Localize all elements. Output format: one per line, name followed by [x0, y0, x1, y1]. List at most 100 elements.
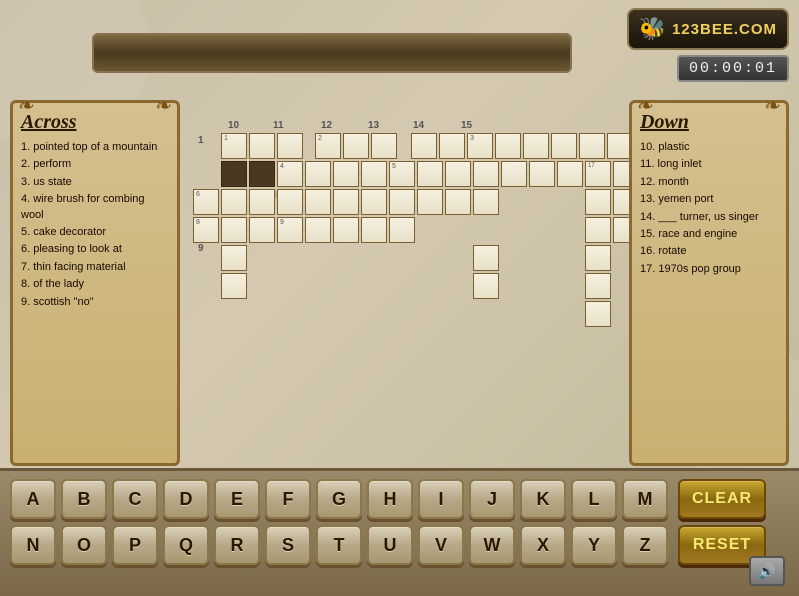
key-O[interactable]: O — [61, 525, 107, 565]
cell-rv3c14[interactable] — [585, 301, 611, 327]
cell-r2c6[interactable] — [361, 161, 387, 187]
cell-r1c1[interactable]: 1 — [221, 133, 247, 159]
cell-down2[interactable] — [221, 273, 247, 299]
cell-r3c6[interactable] — [361, 189, 387, 215]
cell-r2c3[interactable]: 4 — [277, 161, 303, 187]
key-G[interactable]: G — [316, 479, 362, 519]
key-E[interactable]: E — [214, 479, 260, 519]
cell-r1c6[interactable] — [371, 133, 397, 159]
key-T[interactable]: T — [316, 525, 362, 565]
cell-r3c2[interactable] — [249, 189, 275, 215]
cell-r1c3[interactable] — [277, 133, 303, 159]
cell-r1c10[interactable] — [495, 133, 521, 159]
cell-r1c12[interactable] — [551, 133, 577, 159]
title-bar — [92, 33, 572, 73]
key-K[interactable]: K — [520, 479, 566, 519]
cell-down1[interactable] — [221, 245, 247, 271]
key-A[interactable]: A — [10, 479, 56, 519]
cell-r3c8[interactable] — [417, 189, 443, 215]
across-clues-panel: ❧ ❧ Across 1. pointed top of a mountain … — [10, 100, 180, 466]
cell-r3c3[interactable] — [277, 189, 303, 215]
clue-across-2: 2. perform — [21, 157, 169, 172]
sound-button[interactable]: 🔊 — [749, 556, 785, 586]
key-H[interactable]: H — [367, 479, 413, 519]
key-P[interactable]: P — [112, 525, 158, 565]
keyboard-row-1: A B C D E F G H I J K L M — [10, 479, 668, 519]
cell-r2c2-dark — [249, 161, 275, 187]
cell-r3c7[interactable] — [389, 189, 415, 215]
clear-button[interactable]: CLEAR — [678, 479, 766, 519]
cell-r5c10[interactable] — [473, 245, 499, 271]
cell-r3c14[interactable] — [585, 189, 611, 215]
cell-rv1c14[interactable] — [585, 245, 611, 271]
cell-r2c10[interactable] — [473, 161, 499, 187]
cell-r3c9[interactable] — [445, 189, 471, 215]
sound-icon: 🔊 — [758, 563, 775, 580]
key-Y[interactable]: Y — [571, 525, 617, 565]
cell-r4c5[interactable] — [333, 217, 359, 243]
cell-r4c7[interactable] — [389, 217, 415, 243]
cell-r4c1[interactable] — [221, 217, 247, 243]
crossword-container: ★ ★ ★ ★ ★ ★ 10 11 12 13 14 15 1 6 8 9 — [193, 105, 616, 461]
clue-down-11: 11. long inlet — [640, 157, 778, 172]
clue-down-16: 16. rotate — [640, 244, 778, 259]
key-F[interactable]: F — [265, 479, 311, 519]
timer-display: 00:00:01 — [677, 55, 789, 82]
cell-r3c1[interactable] — [221, 189, 247, 215]
cell-r4c0[interactable]: 8 — [193, 217, 219, 243]
cell-r4c2[interactable] — [249, 217, 275, 243]
key-U[interactable]: U — [367, 525, 413, 565]
key-N[interactable]: N — [10, 525, 56, 565]
key-W[interactable]: W — [469, 525, 515, 565]
cell-r1c4[interactable]: 2 — [315, 133, 341, 159]
cell-r2c4[interactable] — [305, 161, 331, 187]
key-L[interactable]: L — [571, 479, 617, 519]
cell-r4c4[interactable] — [305, 217, 331, 243]
cell-r2c12[interactable] — [529, 161, 555, 187]
key-Z[interactable]: Z — [622, 525, 668, 565]
row-label-1: 1 — [198, 135, 204, 146]
key-S[interactable]: S — [265, 525, 311, 565]
key-R[interactable]: R — [214, 525, 260, 565]
cell-r4c3[interactable]: 9 — [277, 217, 303, 243]
cell-r1c9[interactable]: 3 — [467, 133, 493, 159]
cell-r2c11[interactable] — [501, 161, 527, 187]
cell-r3c10[interactable] — [473, 189, 499, 215]
down-title: Down — [640, 111, 778, 134]
clue-down-13: 13. yemen port — [640, 192, 778, 207]
keyboard-area: A B C D E F G H I J K L M N O P Q R — [0, 468, 799, 596]
key-M[interactable]: M — [622, 479, 668, 519]
cell-r2c9[interactable] — [445, 161, 471, 187]
key-V[interactable]: V — [418, 525, 464, 565]
cell-r1c8[interactable] — [439, 133, 465, 159]
cell-r1c13[interactable] — [579, 133, 605, 159]
col-num-11: 11 — [273, 120, 284, 131]
key-Q[interactable]: Q — [163, 525, 209, 565]
key-B[interactable]: B — [61, 479, 107, 519]
col-num-10: 10 — [228, 120, 239, 131]
cell-r2c5[interactable] — [333, 161, 359, 187]
cell-r2c8[interactable] — [417, 161, 443, 187]
key-D[interactable]: D — [163, 479, 209, 519]
cell-r4c6[interactable] — [361, 217, 387, 243]
cell-r1c5[interactable] — [343, 133, 369, 159]
key-J[interactable]: J — [469, 479, 515, 519]
cell-r1c7[interactable] — [411, 133, 437, 159]
cell-r4c14[interactable] — [585, 217, 611, 243]
keyboard-row-2: N O P Q R S T U V W X Y Z — [10, 525, 668, 565]
key-X[interactable]: X — [520, 525, 566, 565]
cell-r2c14[interactable]: 17 — [585, 161, 611, 187]
cell-r3c5[interactable] — [333, 189, 359, 215]
key-C[interactable]: C — [112, 479, 158, 519]
logo-text: 123BEE.COM — [672, 21, 777, 38]
cell-r3c4[interactable] — [305, 189, 331, 215]
cell-r6c10[interactable] — [473, 273, 499, 299]
cell-rv2c14[interactable] — [585, 273, 611, 299]
cell-r2c13[interactable] — [557, 161, 583, 187]
cell-r1c2[interactable] — [249, 133, 275, 159]
key-I[interactable]: I — [418, 479, 464, 519]
clue-across-5: 5. cake decorator — [21, 225, 169, 240]
cell-r3c0[interactable]: 6 — [193, 189, 219, 215]
cell-r1c11[interactable] — [523, 133, 549, 159]
cell-r2c7[interactable]: 5 — [389, 161, 415, 187]
